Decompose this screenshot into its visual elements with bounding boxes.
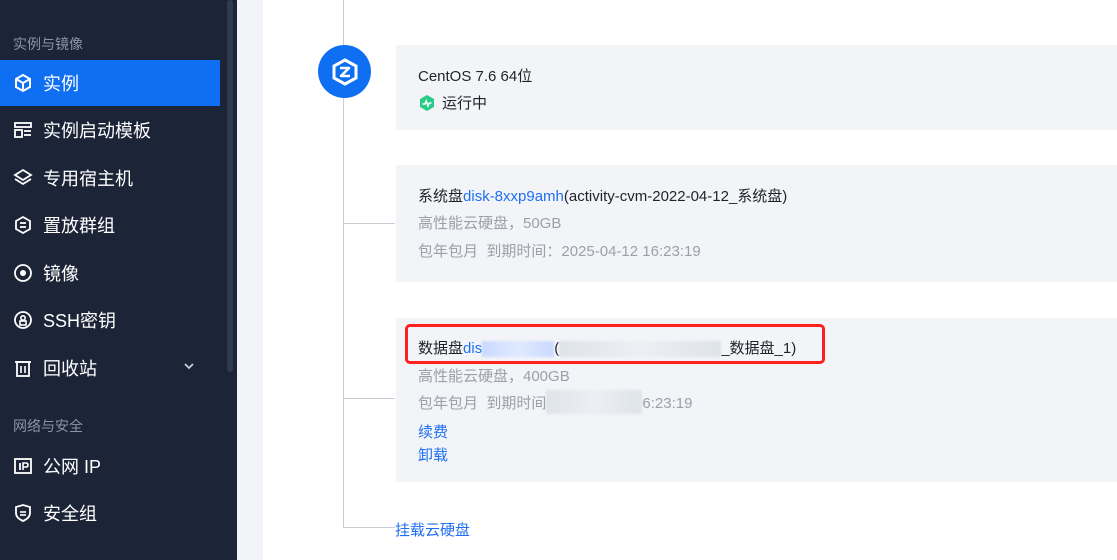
billing-mode: 包年包月 [418,395,479,412]
data-disk-name-suffix: _数据盘_1) [721,340,797,357]
group-label-instance-image: 实例与镜像 [13,36,83,52]
renew-link[interactable]: 续费 [418,421,448,442]
expire-label: 到期时间： [486,243,562,260]
main-panel: CentOS 7.6 64位 运行中 系统盘disk-8xxp9amh(acti… [263,0,1117,560]
shield-icon [13,503,33,523]
redacted-disk-id [482,341,555,358]
expire-label: 到期时间 [486,395,547,412]
data-disk-id-link[interactable]: dis [463,340,482,357]
image-icon [13,263,33,283]
sidebar-item-launch-template[interactable]: 实例启动模板 [0,107,220,153]
data-disk-billing: 包年包月 到期时间 6:23:19 [418,390,693,415]
data-disk-title: 数据盘dis(_数据盘_1) [418,337,796,358]
key-icon [13,310,33,330]
sidebar-item-label: 实例启动模板 [43,121,151,141]
data-disk-prefix: 数据盘 [418,340,464,357]
placement-icon [13,215,33,235]
sidebar-item-label: 镜像 [43,264,79,284]
sidebar-item-label: SSH密钥 [43,311,117,331]
sidebar-item-label: 实例 [43,74,79,94]
sidebar-item-image[interactable]: 镜像 [0,250,220,296]
timeline-tick [343,223,395,224]
redacted-expire-date [546,390,643,415]
instance-status: 运行中 [418,92,487,113]
sidebar-item-instance[interactable]: 实例 [0,60,220,106]
template-icon [13,120,33,140]
sidebar-item-placement-group[interactable]: 置放群组 [0,202,220,248]
status-text: 运行中 [442,95,488,112]
sidebar-item-label: 公网 IP [43,457,102,477]
system-disk-id-link[interactable]: disk-8xxp9amh [463,188,564,205]
running-status-icon [420,94,434,111]
expire-time: 6:23:19 [642,395,693,412]
page-gutter [237,0,263,560]
sidebar-scrollbar[interactable] [227,0,233,372]
system-disk-prefix: 系统盘 [418,188,464,205]
group-label-network-security: 网络与安全 [13,418,83,434]
trash-icon [13,358,33,378]
layers-icon [13,168,33,188]
sidebar-item-recycle-bin[interactable]: 回收站 [0,345,220,391]
sidebar-item-label: 回收站 [43,359,97,379]
unmount-link[interactable]: 卸载 [418,444,448,465]
timeline-tick [343,398,395,399]
instance-card: CentOS 7.6 64位 运行中 [396,45,1117,130]
redacted-disk-name [559,341,722,358]
sidebar: 实例与镜像 实例 实例启动模板 专用宿主机 置放群组 镜像 SSH密钥 回收站 … [0,0,237,560]
system-disk-billing: 包年包月 到期时间：2025-04-12 16:23:19 [418,240,701,261]
timeline-tick [343,527,395,528]
sidebar-item-label: 专用宿主机 [43,169,133,189]
sidebar-item-ssh-key[interactable]: SSH密钥 [0,297,220,343]
system-disk-title: 系统盘disk-8xxp9amh(activity-cvm-2022-04-12… [418,185,787,206]
data-disk-type: 高性能云硬盘，400GB [418,368,570,385]
ip-icon [13,456,33,476]
instance-icon [13,73,33,93]
data-disk-card: 数据盘dis(_数据盘_1) 高性能云硬盘，400GB 包年包月 到期时间 6:2… [396,318,1117,482]
mount-cloud-disk-link[interactable]: 挂载云硬盘 [395,519,470,540]
expire-time: 2025-04-12 16:23:19 [561,243,701,260]
system-disk-type: 高性能云硬盘，50GB [418,215,562,232]
centos-logo-icon [318,45,371,98]
sidebar-item-label: 安全组 [43,504,97,524]
chevron-down-icon[interactable] [182,359,196,373]
system-disk-name: (activity-cvm-2022-04-12_系统盘) [563,188,788,205]
sidebar-item-security-group[interactable]: 安全组 [0,490,220,536]
sidebar-item-dedicated-host[interactable]: 专用宿主机 [0,155,220,201]
os-name: CentOS 7.6 64位 [418,68,533,85]
sidebar-item-public-ip[interactable]: 公网 IP [0,443,220,489]
sidebar-item-label: 置放群组 [43,216,115,236]
billing-mode: 包年包月 [418,243,479,260]
system-disk-card: 系统盘disk-8xxp9amh(activity-cvm-2022-04-12… [396,165,1117,282]
